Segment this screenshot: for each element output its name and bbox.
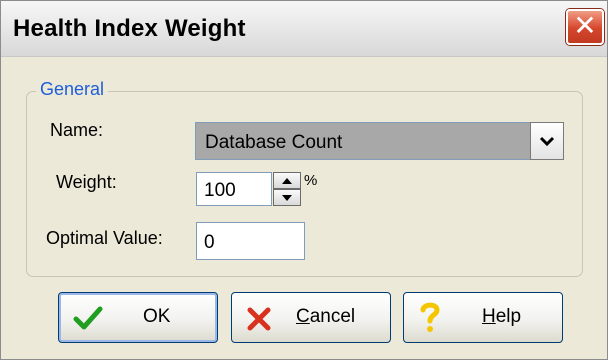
- chevron-down-icon: [539, 136, 555, 147]
- optimal-value-input-value: 0: [204, 232, 215, 253]
- spin-down-button[interactable]: [273, 189, 301, 206]
- cancel-label-rest: ancel: [309, 306, 356, 327]
- close-button[interactable]: ✕: [566, 9, 604, 45]
- close-icon: ✕: [573, 9, 597, 42]
- title-bar[interactable]: Health Index Weight ✕: [1, 1, 607, 57]
- optimal-value-input[interactable]: 0: [196, 222, 305, 260]
- weight-input-value: 100: [204, 180, 236, 201]
- optimal-value-label: Optimal Value:: [46, 228, 163, 248]
- help-label-rest: elp: [495, 306, 522, 327]
- cancel-button[interactable]: Cancel: [231, 292, 391, 343]
- spin-down-icon: [282, 194, 292, 201]
- name-label: Name:: [50, 120, 104, 140]
- weight-spinner: [273, 172, 301, 206]
- weight-label: Weight:: [56, 172, 117, 192]
- x-cancel-icon: [247, 307, 271, 331]
- help-mnemonic: H: [482, 306, 496, 327]
- spin-up-icon: [282, 177, 292, 184]
- name-dropdown-button[interactable]: [530, 122, 564, 160]
- name-combobox[interactable]: Database Count: [195, 122, 531, 160]
- help-button[interactable]: Help: [403, 292, 563, 343]
- question-icon: [420, 302, 440, 332]
- general-group-legend: General: [36, 79, 109, 100]
- name-combobox-value: Database Count: [205, 132, 343, 153]
- checkmark-icon: [73, 306, 103, 330]
- weight-unit: %: [304, 172, 318, 189]
- ok-button-label: OK: [143, 306, 171, 327]
- cancel-button-label: Cancel: [296, 306, 355, 328]
- cancel-mnemonic: C: [296, 306, 310, 327]
- spin-up-button[interactable]: [273, 172, 301, 189]
- weight-input[interactable]: 100: [196, 172, 272, 206]
- ok-button[interactable]: OK: [58, 292, 218, 343]
- help-button-label: Help: [482, 306, 521, 328]
- dialog-title: Health Index Weight: [13, 15, 246, 42]
